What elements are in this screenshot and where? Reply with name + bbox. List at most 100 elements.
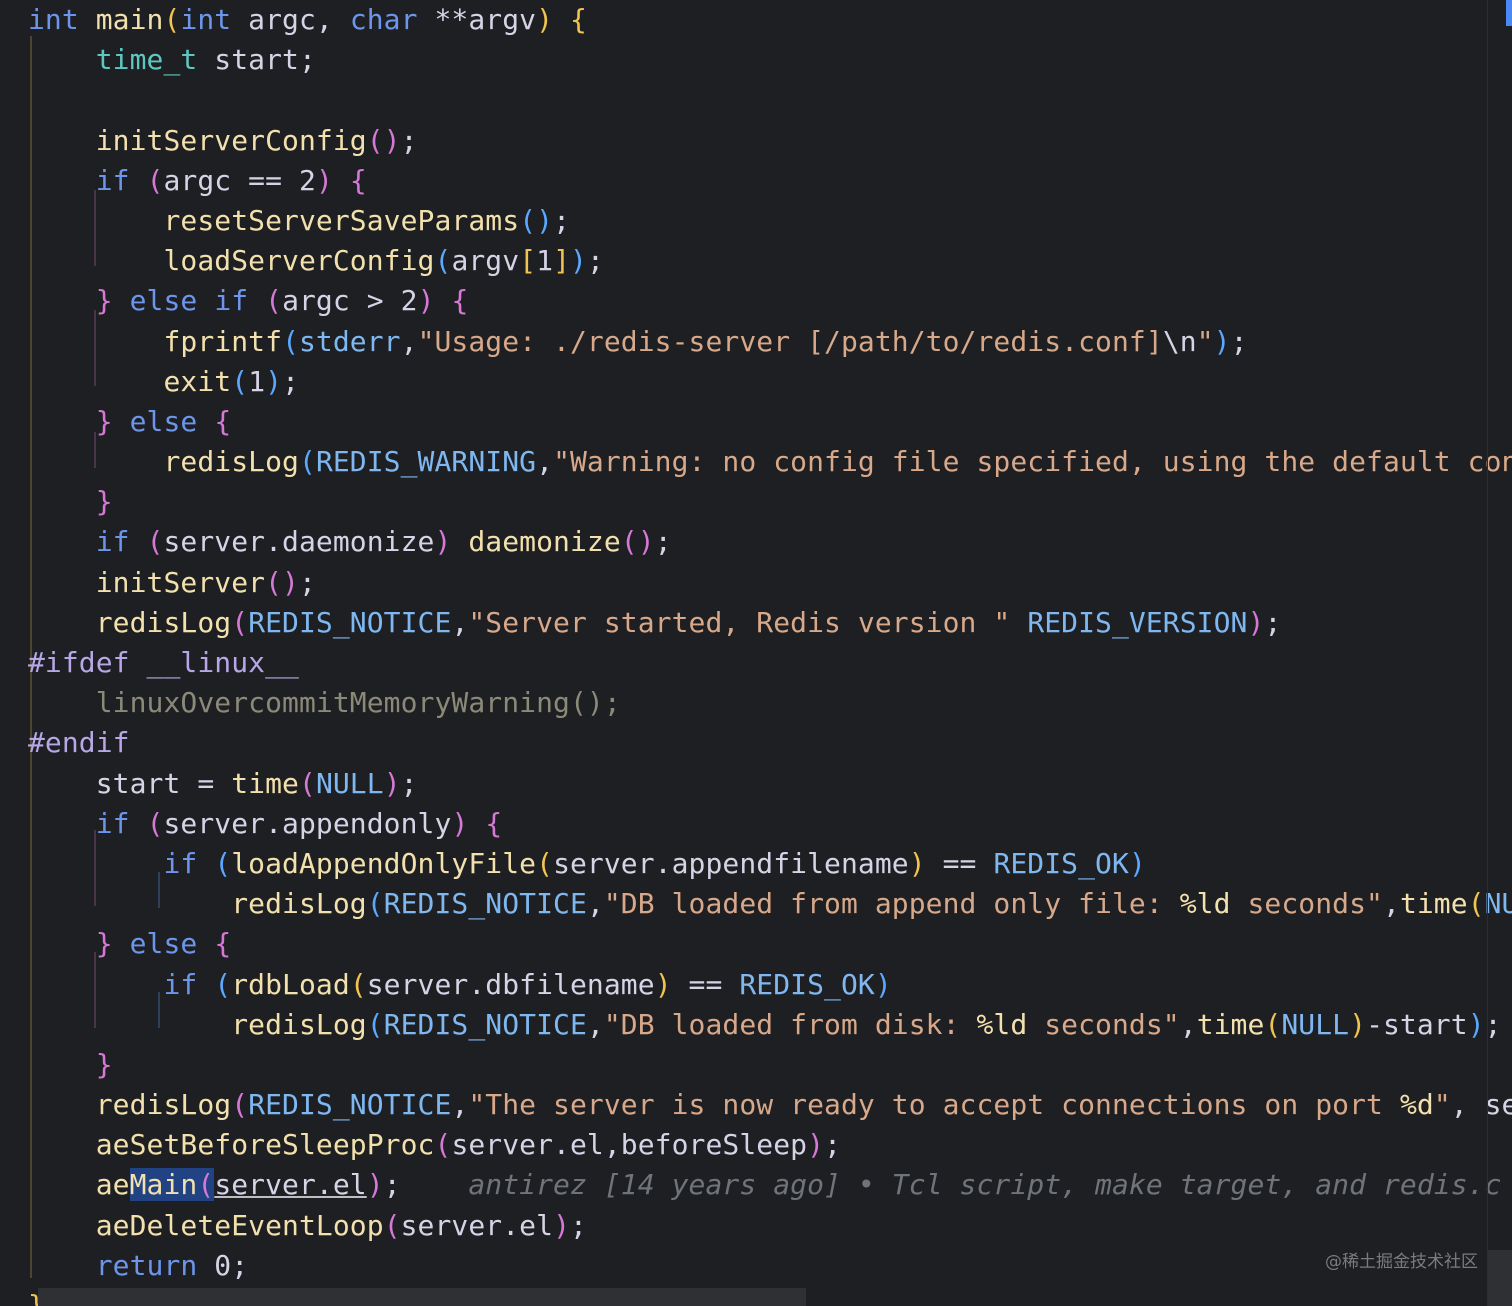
code-token: ( (299, 445, 316, 479)
code-line[interactable]: aeDeleteEventLoop(server.el); (28, 1206, 1512, 1246)
code-line[interactable]: #endif (28, 723, 1512, 763)
code-token: ( (536, 846, 554, 880)
code-token: , (1450, 1088, 1485, 1122)
code-token: resetServerSaveParams (163, 203, 520, 237)
code-line[interactable]: return 0; (28, 1246, 1512, 1286)
code-token: , (586, 887, 604, 921)
code-line[interactable]: loadServerConfig(argv[1]); (28, 241, 1512, 281)
code-line[interactable]: if (server.appendonly) { (28, 804, 1512, 844)
code-token: 1 (248, 364, 266, 398)
code-token: server.el,beforeSleep (451, 1128, 808, 1162)
code-token: () (519, 203, 554, 237)
code-line[interactable]: start = time(NULL); (28, 764, 1512, 804)
code-line[interactable]: redisLog(REDIS_WARNING,"Warning: no conf… (28, 442, 1512, 482)
code-token: " (1433, 1088, 1451, 1122)
code-token: %d (1399, 1088, 1434, 1122)
code-token: ; (282, 364, 299, 398)
code-token: ; (586, 244, 604, 278)
code-line[interactable]: redisLog(REDIS_NOTICE,"The server is now… (28, 1085, 1512, 1125)
code-line[interactable]: int main(int argc, char **argv) { (28, 0, 1512, 40)
code-token: start = (95, 766, 232, 800)
editor-right-margin (1487, 0, 1488, 1306)
code-line[interactable]: } (28, 1045, 1512, 1085)
code-line[interactable]: linuxOvercommitMemoryWarning(); (28, 683, 1512, 723)
code-token: ( (366, 1007, 384, 1041)
code-token: ( (349, 967, 367, 1001)
code-line[interactable]: if (server.daemonize) daemonize(); (28, 522, 1512, 562)
code-token: ] (553, 244, 570, 278)
code-token: , (451, 1088, 469, 1122)
code-token: argv (451, 244, 520, 278)
code-token: argc == 2 (163, 163, 316, 197)
code-token: "Warning: no config file specified, usin… (553, 445, 1512, 479)
code-token: server.appendfilename (553, 846, 909, 880)
code-token: } (95, 485, 113, 519)
code-token: 0; (197, 1248, 249, 1282)
watermark: @稀土掘金技术社区 (1325, 1252, 1478, 1272)
code-editor[interactable]: int main(int argc, char **argv) { time_t… (0, 0, 1512, 1306)
code-token: ( (231, 1088, 249, 1122)
code-line[interactable]: time_t start; (28, 40, 1512, 80)
code-token: ; (603, 686, 621, 720)
code-token: ) (315, 163, 333, 197)
code-token: ( (231, 364, 249, 398)
code-line[interactable]: aeMain(server.el); antirez [14 years ago… (28, 1165, 1512, 1205)
blame-annotation: antirez [14 years ago] • Tcl script, mak… (468, 1168, 1512, 1202)
code-line[interactable]: #ifdef __linux__ (28, 643, 1512, 683)
code-line[interactable]: } (28, 482, 1512, 522)
code-line[interactable]: if (loadAppendOnlyFile(server.appendfile… (28, 844, 1512, 884)
vertical-scrollbar-thumb[interactable] (1506, 0, 1512, 26)
code-token: server.el (400, 1208, 554, 1242)
code-content[interactable]: int main(int argc, char **argv) { time_t… (28, 0, 1512, 1306)
code-line[interactable]: exit(1); (28, 362, 1512, 402)
code-token: ( (146, 806, 164, 840)
code-line[interactable] (28, 80, 1512, 120)
code-line[interactable]: fprintf(stderr,"Usage: ./redis-server [/… (28, 322, 1512, 362)
code-line[interactable]: } else { (28, 924, 1512, 964)
code-line[interactable]: redisLog(REDIS_NOTICE,"DB loaded from di… (28, 1005, 1512, 1045)
vertical-scrollbar-track[interactable] (1488, 1250, 1512, 1306)
code-token: redisLog (95, 1088, 232, 1122)
code-token: time (231, 766, 299, 800)
code-token: redisLog (163, 445, 299, 479)
code-token: ae (95, 1168, 130, 1202)
code-token: ( (265, 284, 283, 318)
code-token: loadServerConfig (163, 244, 435, 278)
code-line[interactable]: resetServerSaveParams(); (28, 201, 1512, 241)
code-line[interactable]: } else { (28, 402, 1512, 442)
code-line[interactable]: if (argc == 2) { (28, 161, 1512, 201)
code-line[interactable]: initServer(); (28, 563, 1512, 603)
code-line[interactable]: redisLog(REDIS_NOTICE,"DB loaded from ap… (28, 884, 1512, 924)
code-token: loadAppendOnlyFile (231, 846, 537, 880)
code-line[interactable]: } else if (argc > 2) { (28, 281, 1512, 321)
horizontal-scrollbar[interactable] (38, 1288, 806, 1306)
code-token: ) (366, 1168, 384, 1202)
code-line[interactable]: redisLog(REDIS_NOTICE,"Server started, R… (28, 603, 1512, 643)
code-token: ) (417, 284, 435, 318)
code-token: REDIS_OK (739, 967, 875, 1001)
code-token: , (1383, 887, 1400, 921)
code-line[interactable]: initServerConfig(); (28, 121, 1512, 161)
code-token: if (163, 846, 198, 880)
code-token: , (1179, 1007, 1197, 1041)
code-line[interactable]: aeSetBeforeSleepProc(server.el,beforeSle… (28, 1125, 1512, 1165)
code-token: "DB loaded from disk: (603, 1007, 977, 1041)
code-token: { (451, 284, 469, 318)
code-line[interactable]: if (rdbLoad(server.dbfilename) == REDIS_… (28, 965, 1512, 1005)
code-token: ) (1128, 846, 1146, 880)
